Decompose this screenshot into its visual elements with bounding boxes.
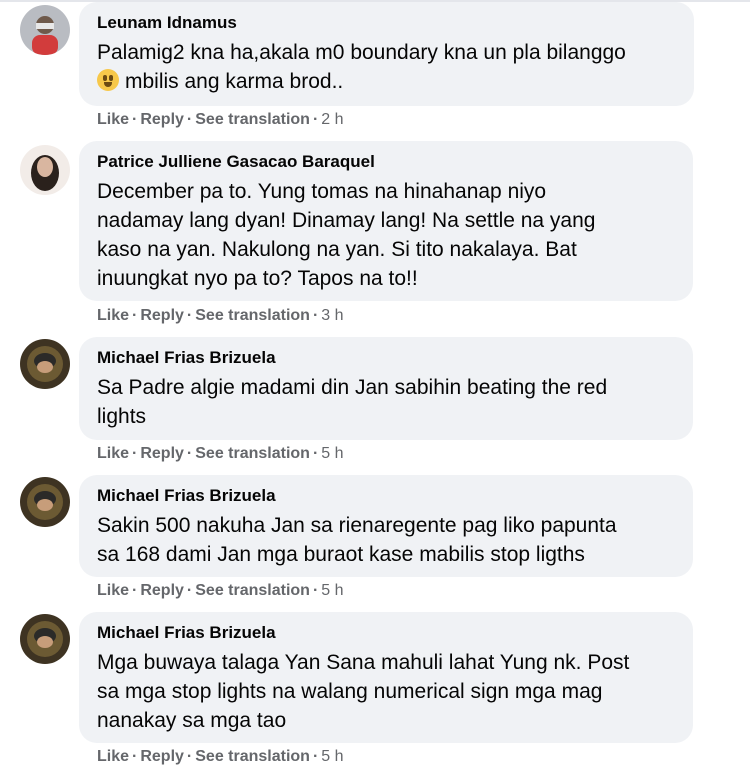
comment-line: December pa to. Yung tomas na hinahanap …	[97, 180, 547, 203]
comment-author[interactable]: Michael Frias Brizuela	[97, 486, 276, 506]
like-button[interactable]: Like	[97, 445, 129, 462]
comment-text: Palamig2 kna ha,akala m0 boundary kna un…	[97, 38, 626, 96]
comment-actions: Like · Reply · See translation · 2 h	[97, 111, 344, 128]
comment-line: nanakay sa mga tao	[97, 709, 287, 732]
see-translation-link[interactable]: See translation	[195, 582, 310, 599]
comment-line: Sakin 500 nakuha Jan sa rienaregente pag…	[97, 514, 617, 537]
comment-actions: Like · Reply · See translation · 3 h	[97, 307, 344, 324]
comment-text: December pa to. Yung tomas na hinahanap …	[97, 177, 595, 293]
comment-text: Mga buwaya talaga Yan Sana mahuli lahat …	[97, 648, 629, 735]
comment-line: lights	[97, 405, 147, 428]
comment-line: Palamig2 kna ha,akala m0 boundary kna un…	[97, 41, 626, 64]
comment-author[interactable]: Patrice Julliene Gasacao Baraquel	[97, 152, 375, 172]
avatar-photo-icon	[20, 614, 70, 664]
comment-line: kaso na yan. Nakulong na yan. Si tito na…	[97, 238, 577, 261]
like-button[interactable]: Like	[97, 582, 129, 599]
comment-timestamp[interactable]: 5 h	[321, 445, 343, 462]
avatar[interactable]	[20, 339, 70, 389]
avatar-photo-icon	[20, 5, 70, 55]
reply-button[interactable]: Reply	[140, 307, 184, 324]
comment-line: Mga buwaya talaga Yan Sana mahuli lahat …	[97, 651, 630, 674]
reply-button[interactable]: Reply	[140, 582, 184, 599]
comment-bubble: Patrice Julliene Gasacao Baraquel Decemb…	[79, 141, 693, 301]
avatar[interactable]	[20, 145, 70, 195]
comment-bubble: Michael Frias Brizuela Sakin 500 nakuha …	[79, 475, 693, 577]
see-translation-link[interactable]: See translation	[195, 445, 310, 462]
comment-actions: Like · Reply · See translation · 5 h	[97, 582, 344, 599]
comment-text: Sakin 500 nakuha Jan sa rienaregente pag…	[97, 511, 617, 569]
comment-timestamp[interactable]: 2 h	[321, 111, 343, 128]
reply-button[interactable]: Reply	[140, 111, 184, 128]
comment-line: Sa Padre algie madami din Jan sabihin be…	[97, 376, 608, 399]
avatar[interactable]	[20, 477, 70, 527]
like-button[interactable]: Like	[97, 307, 129, 324]
comment-timestamp[interactable]: 5 h	[321, 582, 343, 599]
comment-timestamp[interactable]: 5 h	[321, 748, 343, 765]
like-button[interactable]: Like	[97, 748, 129, 765]
comment-author[interactable]: Michael Frias Brizuela	[97, 623, 276, 643]
comment-author[interactable]: Michael Frias Brizuela	[97, 348, 276, 368]
reply-button[interactable]: Reply	[140, 445, 184, 462]
avatar-photo-icon	[20, 145, 70, 195]
comment-line: sa mga stop lights na walang numerical s…	[97, 680, 603, 703]
see-translation-link[interactable]: See translation	[195, 307, 310, 324]
comment-actions: Like · Reply · See translation · 5 h	[97, 748, 344, 765]
comment-line: mbilis ang karma brod..	[97, 67, 626, 96]
comment-line: sa 168 dami Jan mga buraot kase mabilis …	[97, 543, 585, 566]
comment-actions: Like · Reply · See translation · 5 h	[97, 445, 344, 462]
comment-timestamp[interactable]: 3 h	[321, 307, 343, 324]
avatar-photo-icon	[20, 339, 70, 389]
comment-line: nadamay lang dyan! Dinamay lang! Na sett…	[97, 209, 596, 232]
comment-author[interactable]: Leunam Idnamus	[97, 13, 237, 33]
see-translation-link[interactable]: See translation	[195, 111, 310, 128]
avatar[interactable]	[20, 614, 70, 664]
comment-bubble: Leunam Idnamus Palamig2 kna ha,akala m0 …	[79, 2, 694, 106]
astonished-emoji-icon	[97, 69, 119, 91]
comment-line: inuungkat nyo pa to? Tapos na to!!	[97, 267, 418, 290]
reply-button[interactable]: Reply	[140, 748, 184, 765]
comment-bubble: Michael Frias Brizuela Sa Padre algie ma…	[79, 337, 693, 440]
avatar-photo-icon	[20, 477, 70, 527]
see-translation-link[interactable]: See translation	[195, 748, 310, 765]
comment-text: Sa Padre algie madami din Jan sabihin be…	[97, 373, 607, 431]
avatar[interactable]	[20, 5, 70, 55]
comment-bubble: Michael Frias Brizuela Mga buwaya talaga…	[79, 612, 693, 743]
like-button[interactable]: Like	[97, 111, 129, 128]
comment-line-text: mbilis ang karma brod..	[125, 70, 344, 93]
